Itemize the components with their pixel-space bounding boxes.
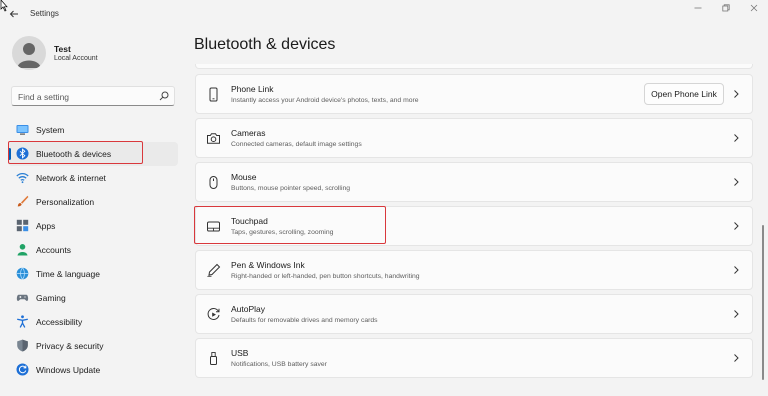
sidebar-item-accessibility[interactable]: Accessibility — [8, 310, 178, 334]
maximize-button[interactable] — [716, 4, 736, 16]
card-cameras[interactable]: Cameras Connected cameras, default image… — [195, 118, 753, 158]
sidebar-item-label: Accessibility — [36, 317, 83, 327]
title-bar: Settings — [0, 0, 768, 30]
annotation-highlight-bluetooth — [8, 141, 143, 164]
sidebar-item-label: Personalization — [36, 197, 95, 207]
avatar[interactable] — [12, 36, 46, 70]
pen-icon — [207, 263, 221, 277]
apps-icon — [16, 219, 29, 232]
card-pen-windows-ink[interactable]: Pen & Windows Ink Right-handed or left-h… — [195, 250, 753, 290]
sidebar-item-label: Accounts — [36, 245, 71, 255]
back-button[interactable] — [6, 7, 22, 23]
sidebar-item-label: Windows Update — [36, 365, 101, 375]
accessibility-icon — [17, 315, 28, 328]
minimize-icon — [694, 7, 702, 9]
update-icon — [16, 363, 29, 376]
phone-icon — [209, 87, 218, 102]
card-usb[interactable]: USB Notifications, USB battery saver — [195, 338, 753, 378]
card-title: USB — [231, 348, 249, 358]
camera-icon — [207, 133, 220, 144]
person-icon — [17, 244, 28, 256]
globe-clock-icon — [16, 267, 29, 280]
close-button[interactable] — [744, 4, 764, 16]
card-title: AutoPlay — [231, 304, 266, 314]
chevron-right-icon — [734, 134, 739, 142]
card-description: Notifications, USB battery saver — [231, 361, 327, 368]
sidebar-item-privacy-security[interactable]: Privacy & security — [8, 334, 178, 358]
sidebar-item-label: Apps — [36, 221, 56, 231]
card-title: Cameras — [231, 128, 266, 138]
page-title: Bluetooth & devices — [194, 36, 336, 53]
card-mouse[interactable]: Mouse Buttons, mouse pointer speed, scro… — [195, 162, 753, 202]
sidebar-item-label: System — [36, 125, 65, 135]
profile-account-type: Local Account — [54, 55, 98, 62]
sidebar-item-network-internet[interactable]: Network & internet — [8, 166, 178, 190]
restore-icon — [722, 4, 730, 12]
search-input[interactable]: Find a setting — [11, 86, 175, 106]
sidebar-item-gaming[interactable]: Gaming — [8, 286, 178, 310]
search-icon — [159, 91, 169, 101]
sidebar-item-label: Gaming — [36, 293, 66, 303]
sidebar-item-system[interactable]: System — [8, 118, 178, 142]
sidebar-item-label: Time & language — [36, 269, 100, 279]
card-title: Phone Link — [231, 84, 274, 94]
sidebar-item-windows-update[interactable]: Windows Update — [8, 358, 178, 382]
card-fragment — [195, 64, 753, 69]
monitor-icon — [16, 125, 29, 135]
card-phone-link[interactable]: Phone Link Instantly access your Android… — [195, 74, 753, 114]
profile-name: Test — [54, 44, 71, 54]
minimize-button[interactable] — [688, 4, 708, 16]
brush-icon — [17, 195, 29, 207]
sidebar-item-time-language[interactable]: Time & language — [8, 262, 178, 286]
sidebar-item-accounts[interactable]: Accounts — [8, 238, 178, 262]
card-description: Right-handed or left-handed, pen button … — [231, 273, 420, 280]
sidebar-item-apps[interactable]: Apps — [8, 214, 178, 238]
chevron-right-icon — [734, 310, 739, 318]
chevron-right-icon — [734, 90, 739, 98]
card-description: Defaults for removable drives and memory… — [231, 317, 378, 324]
card-title: Pen & Windows Ink — [231, 260, 305, 270]
gamepad-icon — [16, 294, 29, 302]
chevron-right-icon — [734, 222, 739, 230]
app-title: Settings — [30, 9, 59, 18]
sidebar-item-label: Network & internet — [36, 173, 106, 183]
card-autoplay[interactable]: AutoPlay Defaults for removable drives a… — [195, 294, 753, 334]
card-title: Mouse — [231, 172, 257, 182]
chevron-right-icon — [734, 178, 739, 186]
chevron-right-icon — [734, 354, 739, 362]
card-description: Buttons, mouse pointer speed, scrolling — [231, 185, 351, 192]
autoplay-icon — [207, 307, 220, 320]
sidebar-item-personalization[interactable]: Personalization — [8, 190, 178, 214]
sidebar-item-label: Privacy & security — [36, 341, 104, 351]
card-description: Instantly access your Android device's p… — [231, 97, 419, 104]
arrow-left-icon — [9, 10, 18, 18]
usb-icon — [210, 352, 217, 365]
user-icon — [17, 43, 41, 68]
chevron-right-icon — [734, 266, 739, 274]
close-icon — [750, 4, 758, 12]
shield-icon — [17, 339, 28, 352]
open-phone-link-button[interactable]: Open Phone Link — [644, 83, 724, 105]
annotation-highlight-touchpad — [194, 206, 386, 244]
mouse-icon — [209, 176, 218, 189]
wifi-icon — [16, 172, 29, 184]
card-description: Connected cameras, default image setting… — [231, 141, 362, 148]
scrollbar[interactable] — [762, 225, 764, 380]
search-placeholder: Find a setting — [18, 92, 70, 102]
